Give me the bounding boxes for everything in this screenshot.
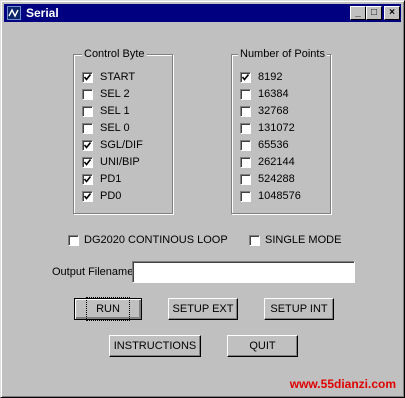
output-filename-label: Output Filename: [52, 266, 134, 278]
control-byte-checkbox-box[interactable]: [82, 190, 93, 202]
control-byte-checkbox[interactable]: SGL/DIF: [82, 139, 143, 153]
control-byte-checkbox-label: START: [100, 71, 136, 84]
points-checkbox[interactable]: 262144: [240, 156, 295, 170]
minimize-button[interactable]: _: [350, 6, 366, 20]
points-checkbox-label: 8192: [258, 71, 283, 84]
watermark-text: www.55dianzi.com: [289, 377, 396, 391]
quit-label: QUIT: [249, 340, 276, 352]
points-checkbox[interactable]: 131072: [240, 122, 295, 136]
points-checkbox[interactable]: 524288: [240, 173, 295, 187]
setup-ext-button[interactable]: SETUP EXT: [168, 298, 238, 320]
control-byte-checkbox-label: PD0: [100, 190, 122, 203]
points-checkbox[interactable]: 16384: [240, 88, 289, 102]
minimize-icon: _: [355, 7, 361, 18]
maximize-button[interactable]: □: [366, 6, 382, 20]
continuous-loop-label: DG2020 CONTINOUS LOOP: [84, 234, 228, 247]
control-byte-checkbox-box[interactable]: [82, 88, 93, 100]
instructions-button[interactable]: INSTRUCTIONS: [109, 335, 201, 357]
control-byte-checkbox-label: UNI/BIP: [100, 156, 140, 169]
checkmark-icon: [83, 158, 92, 166]
control-byte-title: Control Byte: [82, 48, 147, 60]
checkmark-icon: [241, 73, 250, 81]
continuous-loop-box[interactable]: [68, 234, 79, 246]
points-checkbox-label: 16384: [258, 88, 289, 101]
control-byte-checkbox[interactable]: PD1: [82, 173, 121, 187]
points-checkbox[interactable]: 1048576: [240, 190, 301, 204]
control-byte-checkbox-label: SEL 0: [100, 122, 130, 135]
points-checkbox-box[interactable]: [240, 71, 251, 83]
points-checkbox-box[interactable]: [240, 88, 251, 100]
control-byte-group: Control Byte START SEL 2 SEL 1 SEL 0 SGL/DIF…: [73, 48, 173, 214]
run-button[interactable]: RUN: [74, 297, 142, 321]
checkmark-icon: [83, 175, 92, 183]
serial-app-icon[interactable]: [7, 6, 21, 20]
control-byte-checkbox[interactable]: PD0: [82, 190, 121, 204]
points-checkbox-box[interactable]: [240, 173, 251, 185]
control-byte-checkbox[interactable]: SEL 2: [82, 88, 130, 102]
single-mode-checkbox[interactable]: SINGLE MODE: [249, 234, 341, 248]
points-checkbox-label: 65536: [258, 139, 289, 152]
continuous-loop-checkbox[interactable]: DG2020 CONTINOUS LOOP: [68, 234, 228, 248]
control-byte-checkbox-box[interactable]: [82, 156, 93, 168]
control-byte-checkbox[interactable]: START: [82, 71, 135, 85]
control-byte-checkbox-box[interactable]: [82, 71, 93, 83]
points-checkbox-box[interactable]: [240, 105, 251, 117]
number-of-points-group: Number of Points 8192 16384 32768 131072 655…: [231, 48, 331, 214]
points-checkbox-box[interactable]: [240, 156, 251, 168]
checkmark-icon: [83, 192, 92, 200]
title-bar[interactable]: Serial _ □ ×: [4, 4, 401, 22]
maximize-icon: □: [370, 7, 378, 18]
close-icon: ×: [389, 7, 395, 18]
control-byte-checkbox-box[interactable]: [82, 105, 93, 117]
close-button[interactable]: ×: [384, 6, 400, 20]
control-byte-checkbox-label: SGL/DIF: [100, 139, 143, 152]
checkmark-icon: [83, 141, 92, 149]
points-checkbox-label: 524288: [258, 173, 295, 186]
control-byte-checkbox-box[interactable]: [82, 122, 93, 134]
window-title: Serial: [26, 6, 59, 20]
control-byte-checkbox-box[interactable]: [82, 139, 93, 151]
setup-int-label: SETUP INT: [270, 303, 328, 315]
control-byte-checkbox[interactable]: UNI/BIP: [82, 156, 140, 170]
points-checkbox-label: 262144: [258, 156, 295, 169]
control-byte-checkbox[interactable]: SEL 1: [82, 105, 130, 119]
single-mode-label: SINGLE MODE: [265, 234, 342, 247]
points-checkbox-label: 1048576: [258, 190, 301, 203]
quit-button[interactable]: QUIT: [227, 335, 298, 357]
run-label: RUN: [86, 297, 130, 321]
points-checkbox-label: 32768: [258, 105, 289, 118]
number-of-points-title: Number of Points: [238, 48, 327, 60]
output-filename-input[interactable]: [132, 261, 355, 283]
control-byte-checkbox-label: PD1: [100, 173, 122, 186]
setup-int-button[interactable]: SETUP INT: [264, 298, 334, 320]
single-mode-box[interactable]: [249, 234, 260, 246]
points-checkbox-box[interactable]: [240, 122, 251, 134]
control-byte-checkbox[interactable]: SEL 0: [82, 122, 130, 136]
checkmark-icon: [83, 73, 92, 81]
points-checkbox-label: 131072: [258, 122, 295, 135]
serial-window: Serial _ □ × Control Byte START SEL 2 SEL …: [0, 0, 405, 398]
points-checkbox[interactable]: 32768: [240, 105, 289, 119]
points-checkbox-box[interactable]: [240, 190, 251, 202]
instructions-label: INSTRUCTIONS: [113, 340, 197, 352]
points-checkbox[interactable]: 8192: [240, 71, 282, 85]
points-checkbox[interactable]: 65536: [240, 139, 289, 153]
points-checkbox-box[interactable]: [240, 139, 251, 151]
control-byte-checkbox-box[interactable]: [82, 173, 93, 185]
control-byte-checkbox-label: SEL 2: [100, 88, 130, 101]
setup-ext-label: SETUP EXT: [172, 303, 234, 315]
control-byte-checkbox-label: SEL 1: [100, 105, 130, 118]
